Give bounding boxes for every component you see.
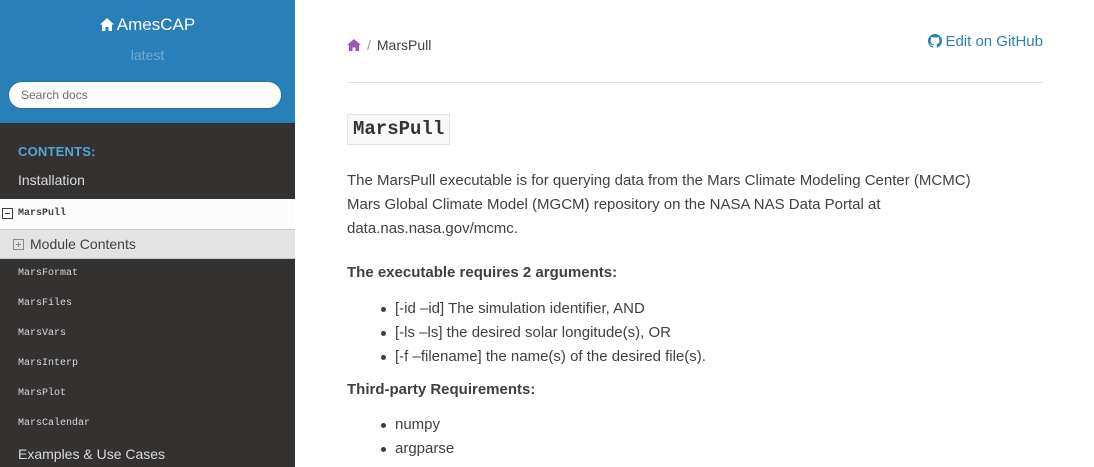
sidebar-item-marsformat[interactable]: MarsFormat: [0, 268, 295, 279]
sidebar-item-marspull[interactable]: MarsPull: [0, 199, 295, 229]
sidebar-item-marsinterp[interactable]: MarsInterp: [0, 358, 295, 369]
contents-caption: CONTENTS:: [18, 144, 96, 159]
list-item: [-ls –ls] the desired solar longitude(s)…: [381, 321, 706, 345]
list-item: [-id –id] The simulation identifier, AND: [381, 297, 706, 321]
edit-link-label: Edit on GitHub: [945, 33, 1043, 50]
description: The MarsPull executable is for querying …: [347, 169, 1047, 241]
search-input[interactable]: [9, 82, 281, 108]
project-name: AmesCAP: [116, 15, 196, 34]
breadcrumb-current: MarsPull: [376, 37, 432, 53]
expand-icon[interactable]: [13, 239, 24, 250]
collapse-icon[interactable]: [2, 208, 13, 219]
search-box: [8, 81, 282, 109]
arguments-heading: The executable requires 2 arguments:: [347, 264, 618, 281]
sidebar-item-marsfiles[interactable]: MarsFiles: [0, 298, 295, 309]
github-icon: [928, 34, 943, 48]
page-title: MarsPull: [347, 114, 451, 145]
sidebar-item-module-contents[interactable]: Module Contents: [0, 229, 295, 259]
breadcrumb: / MarsPull: [347, 37, 431, 53]
list-item: numpy: [381, 413, 454, 437]
sidebar-item-marsvars[interactable]: MarsVars: [0, 328, 295, 339]
divider: [347, 82, 1043, 83]
sidebar-header: AmesCAP latest: [0, 0, 295, 123]
description-line: Mars Global Climate Model (MGCM) reposit…: [347, 196, 881, 213]
list-item: [-f –filename] the name(s) of the desire…: [381, 345, 706, 369]
sidebar-item-marsplot[interactable]: MarsPlot: [0, 388, 295, 399]
sidebar-item-installation[interactable]: Installation: [0, 172, 295, 188]
arguments-list: [-id –id] The simulation identifier, AND…: [381, 297, 706, 369]
list-item: argparse: [381, 437, 454, 461]
requirements-heading: Third-party Requirements:: [347, 381, 536, 398]
home-icon[interactable]: [347, 39, 361, 51]
sidebar-item-label: MarsPull: [18, 208, 67, 219]
home-icon: [99, 18, 114, 31]
breadcrumb-separator: /: [367, 37, 371, 53]
edit-on-github-link[interactable]: Edit on GitHub: [928, 33, 1043, 50]
requirements-list: numpy argparse: [381, 413, 454, 461]
main-content: / MarsPull Edit on GitHub MarsPull The Ma…: [295, 0, 1094, 467]
description-line: data.nas.nasa.gov/mcmc.: [347, 220, 518, 237]
sidebar-item-label: Module Contents: [30, 236, 136, 252]
version-label: latest: [130, 47, 165, 63]
sidebar: AmesCAP latest CONTENTS: Installation Ma…: [0, 0, 295, 467]
sidebar-item-examples[interactable]: Examples & Use Cases: [0, 446, 295, 462]
description-line: The MarsPull executable is for querying …: [347, 172, 971, 189]
project-home-link[interactable]: AmesCAP: [0, 15, 295, 35]
sidebar-item-marscalendar[interactable]: MarsCalendar: [0, 418, 295, 429]
